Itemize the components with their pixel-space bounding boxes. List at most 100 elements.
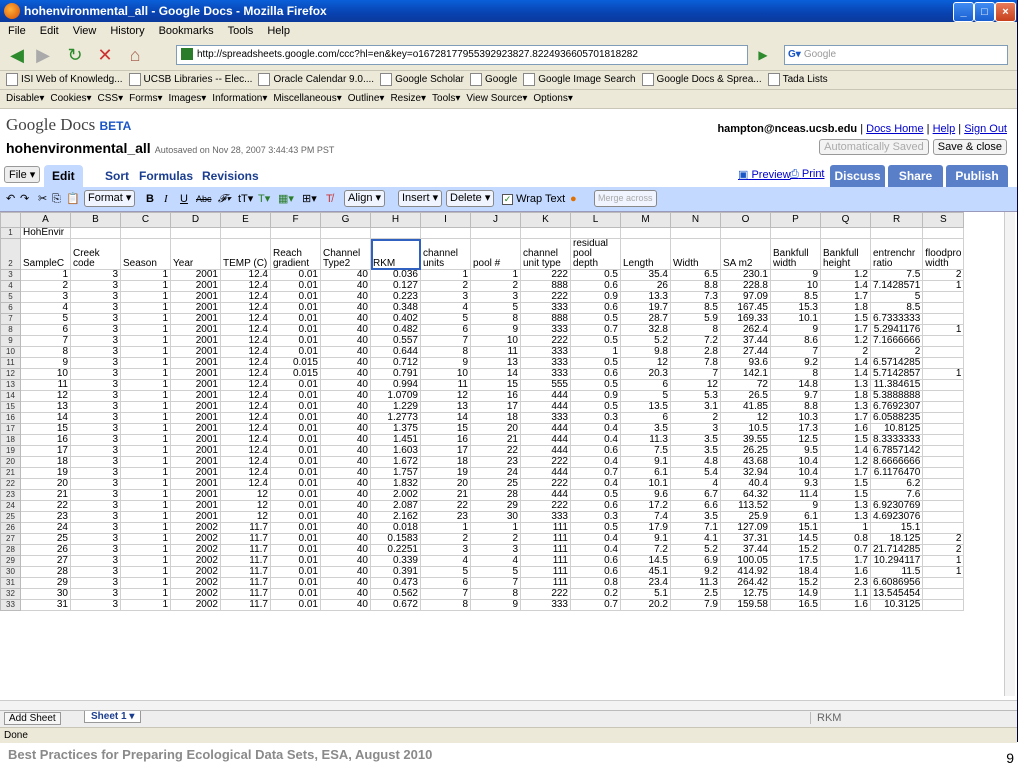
cell[interactable]: 28.7 xyxy=(620,313,671,325)
cell[interactable]: 3 xyxy=(70,533,121,545)
cell[interactable]: 1.8 xyxy=(820,302,871,314)
cell[interactable]: 40 xyxy=(320,269,371,281)
bookmark-5[interactable]: Google Image Search xyxy=(523,71,636,89)
cell[interactable]: HohEnvir xyxy=(20,227,71,239)
cell[interactable] xyxy=(520,227,571,239)
cell[interactable]: 0.01 xyxy=(270,555,321,567)
cell[interactable]: 37.44 xyxy=(720,335,771,347)
cell[interactable]: 6 xyxy=(20,324,71,336)
cell[interactable]: 3 xyxy=(70,588,121,600)
cell[interactable]: 2002 xyxy=(170,566,221,578)
cell[interactable]: 45.1 xyxy=(620,566,671,578)
cell[interactable]: 2001 xyxy=(170,368,221,380)
column-header[interactable]: B xyxy=(70,212,121,228)
cell[interactable]: 0.01 xyxy=(270,588,321,600)
cell[interactable]: 228.8 xyxy=(720,280,771,292)
cell[interactable]: 27.44 xyxy=(720,346,771,358)
cell[interactable]: 1 xyxy=(120,555,171,567)
cell[interactable]: 0.01 xyxy=(270,280,321,292)
cell[interactable]: 0.01 xyxy=(270,291,321,303)
cell[interactable]: 11.3 xyxy=(670,577,721,589)
cell[interactable]: 12.4 xyxy=(220,434,271,446)
cell[interactable]: 0.127 xyxy=(370,280,421,292)
cell[interactable] xyxy=(820,227,871,239)
cell[interactable]: 11.7 xyxy=(220,544,271,556)
cell[interactable]: 1 xyxy=(922,555,965,567)
cell[interactable] xyxy=(922,346,965,358)
cell[interactable]: 64.32 xyxy=(720,489,771,501)
cell[interactable]: 12.4 xyxy=(220,291,271,303)
cell[interactable]: 0.5 xyxy=(570,313,621,325)
cell[interactable]: 8.3333333 xyxy=(869,434,924,446)
cell[interactable]: 0.01 xyxy=(270,445,321,457)
cell[interactable]: 444 xyxy=(520,489,571,501)
font-icon[interactable]: 𝓕▾ xyxy=(218,191,231,207)
cell[interactable]: 6.0588235 xyxy=(869,412,924,424)
cell[interactable]: 2001 xyxy=(170,390,221,402)
cell[interactable]: 40 xyxy=(320,368,371,380)
cell[interactable] xyxy=(922,599,965,611)
cell[interactable]: 1 xyxy=(120,467,171,479)
devtool-7[interactable]: Outline▾ xyxy=(348,90,385,108)
cell[interactable]: 10.3 xyxy=(770,412,821,424)
cell[interactable]: 2.8 xyxy=(670,346,721,358)
cell[interactable]: 3 xyxy=(70,489,121,501)
cell[interactable]: 0.5 xyxy=(570,379,621,391)
cell[interactable]: 0.223 xyxy=(370,291,421,303)
sign-out-link[interactable]: Sign Out xyxy=(964,123,1007,135)
cell[interactable]: 12 xyxy=(670,379,721,391)
cell[interactable]: 222 xyxy=(520,291,571,303)
cell[interactable]: 1.229 xyxy=(370,401,421,413)
devtool-2[interactable]: CSS▾ xyxy=(98,90,124,108)
cell[interactable]: 1 xyxy=(420,522,471,534)
cell[interactable]: 2001 xyxy=(170,467,221,479)
row-header[interactable]: 2 xyxy=(0,238,21,270)
column-header[interactable]: O xyxy=(720,212,771,228)
preview-link[interactable]: ▣ Preview xyxy=(738,168,791,181)
cell[interactable]: 1.4 xyxy=(820,445,871,457)
format-dropdown[interactable]: Format ▾ xyxy=(84,190,136,207)
cell[interactable]: 28 xyxy=(470,489,521,501)
tab-formulas[interactable]: Formulas xyxy=(131,165,201,187)
cell[interactable] xyxy=(922,379,965,391)
row-header[interactable]: 14 xyxy=(0,390,21,402)
cell[interactable]: 17.5 xyxy=(770,555,821,567)
tab-revisions[interactable]: Revisions xyxy=(194,165,267,187)
cell[interactable]: 7 xyxy=(420,588,471,600)
cell[interactable]: 40 xyxy=(320,302,371,314)
cell[interactable]: 1 xyxy=(922,280,965,292)
cell[interactable]: 7 xyxy=(470,577,521,589)
menu-edit[interactable]: Edit xyxy=(40,22,59,40)
cell[interactable]: 11 xyxy=(470,346,521,358)
cell[interactable]: 40 xyxy=(320,456,371,468)
cell[interactable]: 19 xyxy=(420,467,471,479)
row-header[interactable]: 24 xyxy=(0,500,21,512)
cell[interactable]: 333 xyxy=(520,511,571,523)
cell[interactable]: 0.5 xyxy=(570,357,621,369)
delete-dropdown[interactable]: Delete ▾ xyxy=(446,190,495,207)
cell[interactable]: 1 xyxy=(120,544,171,556)
cell[interactable]: 0.01 xyxy=(270,335,321,347)
cell[interactable]: 18 xyxy=(420,456,471,468)
cell[interactable]: 23 xyxy=(420,511,471,523)
cell[interactable] xyxy=(922,456,965,468)
cell[interactable]: 2001 xyxy=(170,313,221,325)
cell[interactable]: 111 xyxy=(520,522,571,534)
cell[interactable]: 333 xyxy=(520,599,571,611)
devtool-1[interactable]: Cookies▾ xyxy=(50,90,91,108)
cell[interactable]: 2001 xyxy=(170,335,221,347)
bookmark-0[interactable]: ISI Web of Knowledg... xyxy=(6,71,123,89)
cell[interactable]: 30 xyxy=(470,511,521,523)
cell[interactable]: 1.603 xyxy=(370,445,421,457)
row-header[interactable]: 18 xyxy=(0,434,21,446)
cell[interactable] xyxy=(570,227,621,239)
cell[interactable]: 12.4 xyxy=(220,357,271,369)
cell[interactable]: 20.3 xyxy=(620,368,671,380)
header-cell[interactable]: TEMP (C) xyxy=(220,238,271,270)
cell[interactable]: 0.5 xyxy=(570,269,621,281)
cell[interactable]: 1.6 xyxy=(820,423,871,435)
row-header[interactable]: 22 xyxy=(0,478,21,490)
cell[interactable]: 97.09 xyxy=(720,291,771,303)
cell[interactable]: 8.8 xyxy=(770,401,821,413)
cell[interactable]: 0.01 xyxy=(270,346,321,358)
